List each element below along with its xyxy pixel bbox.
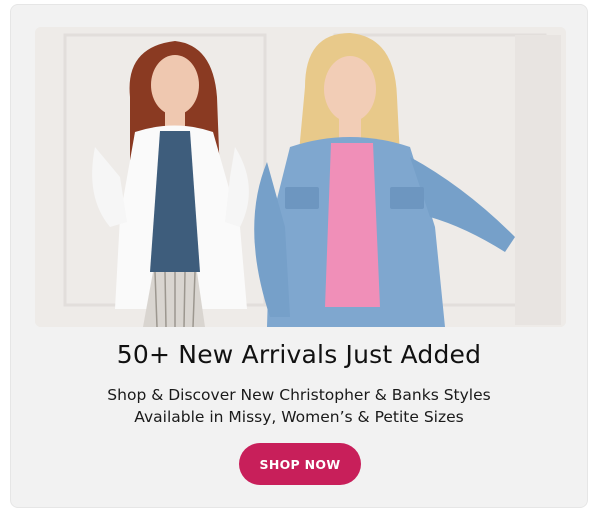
promo-subline-1: Shop & Discover New Christopher & Banks … — [107, 386, 491, 404]
promo-headline: 50+ New Arrivals Just Added — [116, 340, 482, 369]
shop-now-button[interactable]: SHOP NOW — [239, 443, 361, 485]
promo-subline-2: Available in Missy, Women’s & Petite Siz… — [134, 408, 464, 426]
hero-photo[interactable] — [35, 27, 566, 327]
hero-illustration — [35, 27, 566, 327]
promo-card: 50+ New Arrivals Just Added Shop & Disco… — [10, 4, 588, 508]
